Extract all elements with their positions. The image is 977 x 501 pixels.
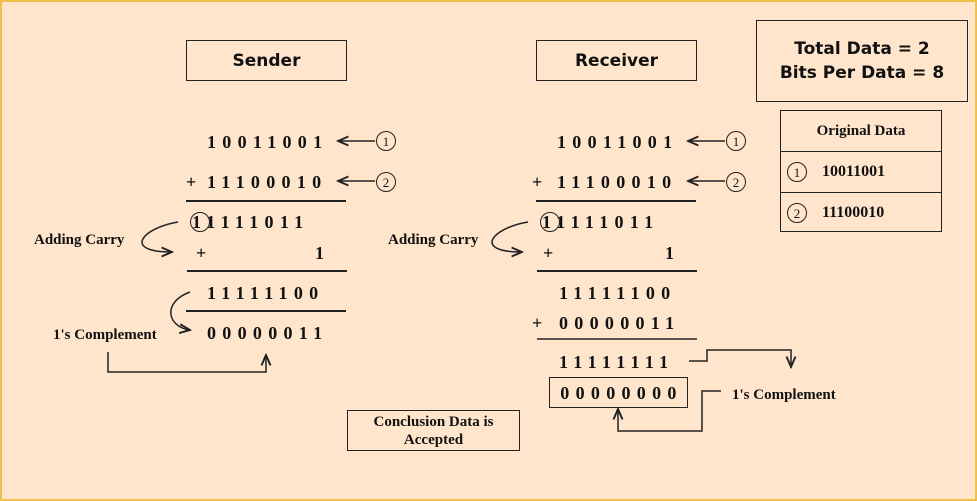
complement-label: 1's Complement <box>53 327 157 343</box>
original-data-table: Original Data 1 10011001 2 11100010 <box>780 110 942 232</box>
total-to-complement-arrow <box>689 349 791 367</box>
adding-carry-label: Adding Carry <box>34 232 125 248</box>
info-box: Total Data = 2 Bits Per Data = 8 <box>756 20 968 102</box>
table-row: 1 10011001 <box>781 152 941 193</box>
marker-2-icon: 2 <box>376 172 396 192</box>
carry-plus: + <box>543 243 560 263</box>
table-row: 2 11100010 <box>781 193 941 231</box>
receiver-total: 11111111 <box>559 352 675 372</box>
receiver-checksum: 00000011 <box>559 313 681 333</box>
sender-plus: + <box>186 172 203 192</box>
sender-data-1: 10011001 <box>207 132 329 152</box>
sender-sum-with-carry: 11111100 <box>207 283 325 303</box>
carry-plus: + <box>196 243 213 263</box>
receiver-data-2: 11100010 <box>557 172 678 192</box>
marker-1-icon: 1 <box>726 131 746 151</box>
sender-data-2: 11100010 <box>207 172 328 192</box>
carry-value: 1 <box>665 243 681 263</box>
receiver-complement-box: 00000000 <box>549 377 688 408</box>
receiver-title: Receiver <box>536 40 697 81</box>
adding-carry-label: Adding Carry <box>388 232 479 248</box>
carry-value: 1 <box>315 243 331 263</box>
marker-2-icon: 2 <box>726 172 746 192</box>
sender-complement: 00000011 <box>207 323 329 343</box>
marker-2-icon: 2 <box>787 203 807 223</box>
receiver-sum-with-carry: 11111100 <box>559 283 677 303</box>
complement-bracket <box>107 352 266 373</box>
receiver-data-1: 10011001 <box>557 132 679 152</box>
receiver-checksum-plus: + <box>532 313 549 333</box>
conclusion-box: Conclusion Data is Accepted <box>347 410 520 451</box>
checksum-diagram: Sender 10011001 1 + 11100010 2 11111011 … <box>0 0 977 501</box>
carry-arrow <box>141 221 179 252</box>
table-header: Original Data <box>781 111 941 152</box>
sender-title: Sender <box>186 40 347 81</box>
receiver-sum: 11111011 <box>542 212 660 232</box>
complement-label: 1's Complement <box>732 387 836 403</box>
receiver-plus: + <box>532 172 549 192</box>
sender-sum: 11111011 <box>192 212 310 232</box>
marker-1-icon: 1 <box>787 162 807 182</box>
marker-1-icon: 1 <box>376 131 396 151</box>
